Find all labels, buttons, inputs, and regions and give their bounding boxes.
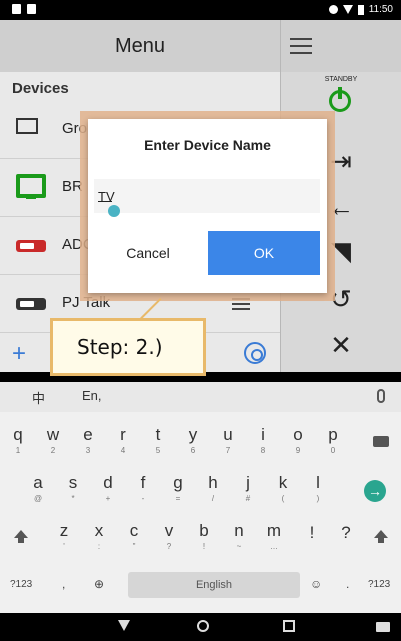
symbols-right-key[interactable]: ?123 <box>368 579 390 590</box>
ok-button[interactable]: OK <box>208 231 320 275</box>
device-name-field[interactable] <box>94 179 320 217</box>
key-exclaim[interactable]: ! <box>296 522 328 568</box>
key-r[interactable]: r4 <box>107 424 139 470</box>
key-x[interactable]: x: <box>83 520 115 566</box>
period-key[interactable]: . <box>346 577 349 591</box>
symbols-key[interactable]: ?123 <box>10 579 32 590</box>
globe-icon[interactable]: ⊕ <box>94 577 104 591</box>
wifi-icon <box>342 5 353 14</box>
key-a[interactable]: a @ <box>22 472 54 518</box>
key-s[interactable]: s * <box>57 472 89 518</box>
key-n[interactable]: n ~ <box>223 520 255 566</box>
emoji-icon[interactable]: ☺ <box>310 577 322 591</box>
backspace-icon[interactable] <box>373 436 389 447</box>
key-q[interactable]: q1 <box>2 424 34 470</box>
status-bar: 11:50 <box>0 0 401 20</box>
cancel-button[interactable]: Cancel <box>94 231 202 275</box>
microphone-icon[interactable] <box>377 389 385 403</box>
device-name-input[interactable] <box>94 179 320 213</box>
devices-heading: Devices <box>12 80 69 97</box>
key-d[interactable]: d + <box>92 472 124 518</box>
battery-icon <box>357 4 364 15</box>
projector-icon <box>16 298 46 310</box>
key-k[interactable]: k( <box>267 472 299 518</box>
key-j[interactable]: j # <box>232 472 264 518</box>
text-cursor-handle[interactable] <box>108 205 120 217</box>
key-u[interactable]: u7 <box>212 424 244 470</box>
home-icon[interactable] <box>197 620 209 632</box>
app-header: Menu <box>0 20 401 72</box>
key-h[interactable]: h / <box>197 472 229 518</box>
notification-icon <box>12 4 21 14</box>
key-z[interactable]: z ' <box>48 520 80 566</box>
key-l[interactable]: l) <box>302 472 334 518</box>
keyboard-toolbar: 中 En, <box>0 382 401 412</box>
space-bar[interactable]: English <box>128 572 300 598</box>
shift-left-icon[interactable] <box>14 530 28 543</box>
key-b[interactable]: b! <box>188 520 220 566</box>
enter-icon[interactable]: → <box>364 480 386 502</box>
key-t[interactable]: t5 <box>142 424 174 470</box>
step-label: Step: 2.) <box>77 335 163 359</box>
comma-key[interactable]: , <box>62 577 65 591</box>
soft-keyboard: 中 En, q1w2e3r4t5y6u7i8o9p0 a @ s * d + f - g = h / j… <box>0 382 401 613</box>
notification-icons <box>12 4 36 14</box>
chinese-input-tab[interactable]: 中 <box>32 388 45 407</box>
key-g[interactable]: g = <box>162 472 194 518</box>
english-input-tab[interactable]: En, <box>82 388 102 403</box>
key-p[interactable]: p0 <box>317 424 349 470</box>
standby-label: STANDBY <box>324 76 358 83</box>
key-m[interactable]: m… <box>258 520 290 566</box>
back-icon[interactable] <box>118 620 130 631</box>
key-v[interactable]: v? <box>153 520 185 566</box>
key-o[interactable]: o9 <box>282 424 314 470</box>
mute-button[interactable]: ✕ <box>281 322 401 368</box>
hamburger-menu-icon[interactable] <box>290 38 312 54</box>
key-w[interactable]: w2 <box>37 424 69 470</box>
monitor-icon <box>16 174 46 199</box>
settings-gear-icon[interactable] <box>244 342 266 364</box>
key-question[interactable]: ? <box>330 522 362 568</box>
step-callout: Step: 2.) <box>50 318 206 376</box>
text-underline <box>98 201 112 202</box>
page-title: Menu <box>114 35 166 57</box>
key-y[interactable]: y6 <box>177 424 209 470</box>
system-icons: 11:50 <box>328 4 393 15</box>
group-network-icon <box>16 118 38 134</box>
dnd-icon <box>328 5 338 14</box>
mute-icon: ✕ <box>330 330 352 360</box>
dialog-title: Enter Device Name <box>144 137 271 153</box>
key-e[interactable]: e3 <box>72 424 104 470</box>
projector-icon <box>16 240 46 252</box>
power-icon <box>329 87 351 112</box>
add-icon[interactable]: + <box>12 342 26 366</box>
keyboard-switch-icon[interactable] <box>376 622 390 632</box>
clock: 11:50 <box>368 4 393 15</box>
shift-right-icon[interactable] <box>374 530 388 543</box>
key-c[interactable]: c " <box>118 520 150 566</box>
recent-apps-icon[interactable] <box>283 620 295 632</box>
notification-icon <box>27 4 36 14</box>
enter-device-name-dialog: Enter Device Name Cancel OK <box>88 119 327 293</box>
key-f[interactable]: f- <box>127 472 159 518</box>
key-i[interactable]: i8 <box>247 424 279 470</box>
navigation-bar <box>0 613 401 641</box>
